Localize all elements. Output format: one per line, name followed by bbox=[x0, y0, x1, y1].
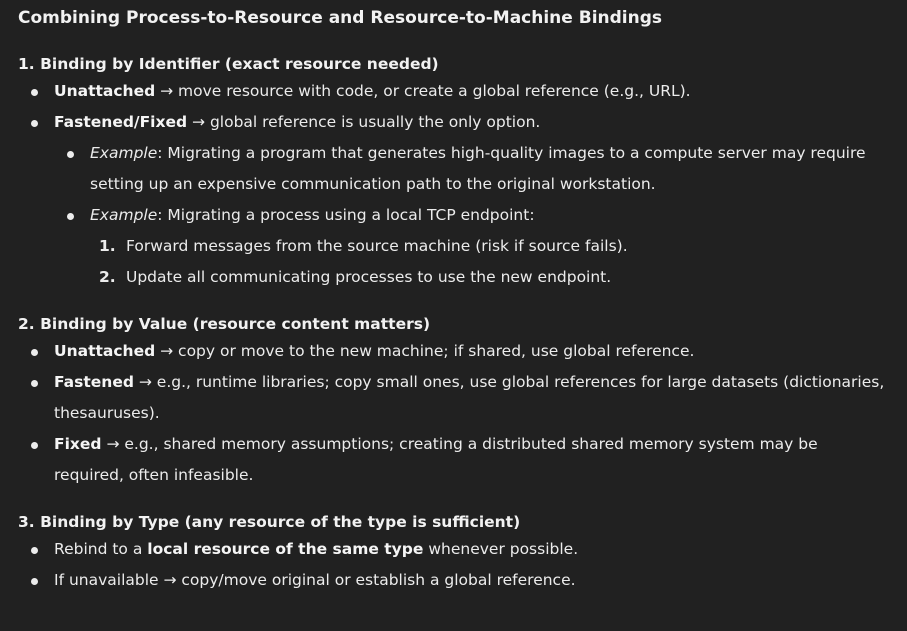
list-item: Unattached → copy or move to the new mac… bbox=[18, 336, 907, 367]
example-label: Example bbox=[90, 144, 158, 162]
item-text: Rebind to a bbox=[54, 540, 148, 558]
bullet-icon bbox=[31, 442, 38, 449]
item-term: Fixed bbox=[54, 435, 102, 453]
bullet-icon bbox=[31, 547, 38, 554]
bullet-icon bbox=[67, 151, 74, 158]
item-text: → move resource with code, or create a g… bbox=[155, 82, 691, 100]
bullet-icon bbox=[31, 349, 38, 356]
example-text: : Migrating a program that generates hig… bbox=[90, 144, 866, 193]
list-item: Unattached → move resource with code, or… bbox=[18, 76, 907, 107]
step-item: 2. Update all communicating processes to… bbox=[18, 262, 907, 293]
document: Combining Process-to-Resource and Resour… bbox=[0, 0, 907, 631]
section-heading: 2. Binding by Value (resource content ma… bbox=[18, 315, 431, 333]
step-text: Forward messages from the source machine… bbox=[126, 237, 628, 255]
list-item: Fastened → e.g., runtime libraries; copy… bbox=[18, 367, 907, 429]
list-item: If unavailable → copy/move original or e… bbox=[18, 565, 907, 596]
section-binding-by-value: 2. Binding by Value (resource content ma… bbox=[18, 314, 907, 491]
item-text: → copy or move to the new machine; if sh… bbox=[155, 342, 695, 360]
example-item: Example: Migrating a process using a loc… bbox=[18, 200, 907, 231]
section-binding-by-type: 3. Binding by Type (any resource of the … bbox=[18, 512, 907, 596]
item-text: → e.g., shared memory assumptions; creat… bbox=[54, 435, 818, 484]
example-item: Example: Migrating a program that genera… bbox=[18, 138, 907, 200]
section-binding-by-identifier: 1. Binding by Identifier (exact resource… bbox=[18, 54, 907, 293]
bullet-icon bbox=[31, 120, 38, 127]
step-item: 1. Forward messages from the source mach… bbox=[18, 231, 907, 262]
item-term: Fastened bbox=[54, 373, 134, 391]
item-term: Fastened/Fixed bbox=[54, 113, 188, 131]
step-number: 1. bbox=[99, 237, 116, 255]
item-text: If unavailable → copy/move original or e… bbox=[54, 571, 576, 589]
bullet-list: Rebind to a local resource of the same t… bbox=[18, 534, 907, 596]
bullet-icon bbox=[31, 578, 38, 585]
bullet-icon bbox=[31, 89, 38, 96]
item-term: local resource of the same type bbox=[147, 540, 424, 558]
item-text: → global reference is usually the only o… bbox=[187, 113, 541, 131]
step-text: Update all communicating processes to us… bbox=[126, 268, 612, 286]
bullet-icon bbox=[67, 213, 74, 220]
list-item: Fixed → e.g., shared memory assumptions;… bbox=[18, 429, 907, 491]
page-title: Combining Process-to-Resource and Resour… bbox=[18, 8, 663, 28]
item-term: Unattached bbox=[54, 342, 156, 360]
list-item: Rebind to a local resource of the same t… bbox=[18, 534, 907, 565]
list-item: Fastened/Fixed → global reference is usu… bbox=[18, 107, 907, 138]
bullet-list: Unattached → move resource with code, or… bbox=[18, 76, 907, 293]
item-term: Unattached bbox=[54, 82, 156, 100]
section-heading: 1. Binding by Identifier (exact resource… bbox=[18, 55, 439, 73]
example-label: Example bbox=[90, 206, 158, 224]
section-heading: 3. Binding by Type (any resource of the … bbox=[18, 513, 521, 531]
item-text: → e.g., runtime libraries; copy small on… bbox=[54, 373, 885, 422]
bullet-list: Unattached → copy or move to the new mac… bbox=[18, 336, 907, 491]
bullet-icon bbox=[31, 380, 38, 387]
item-text: whenever possible. bbox=[423, 540, 579, 558]
example-text: : Migrating a process using a local TCP … bbox=[157, 206, 535, 224]
step-number: 2. bbox=[99, 268, 116, 286]
